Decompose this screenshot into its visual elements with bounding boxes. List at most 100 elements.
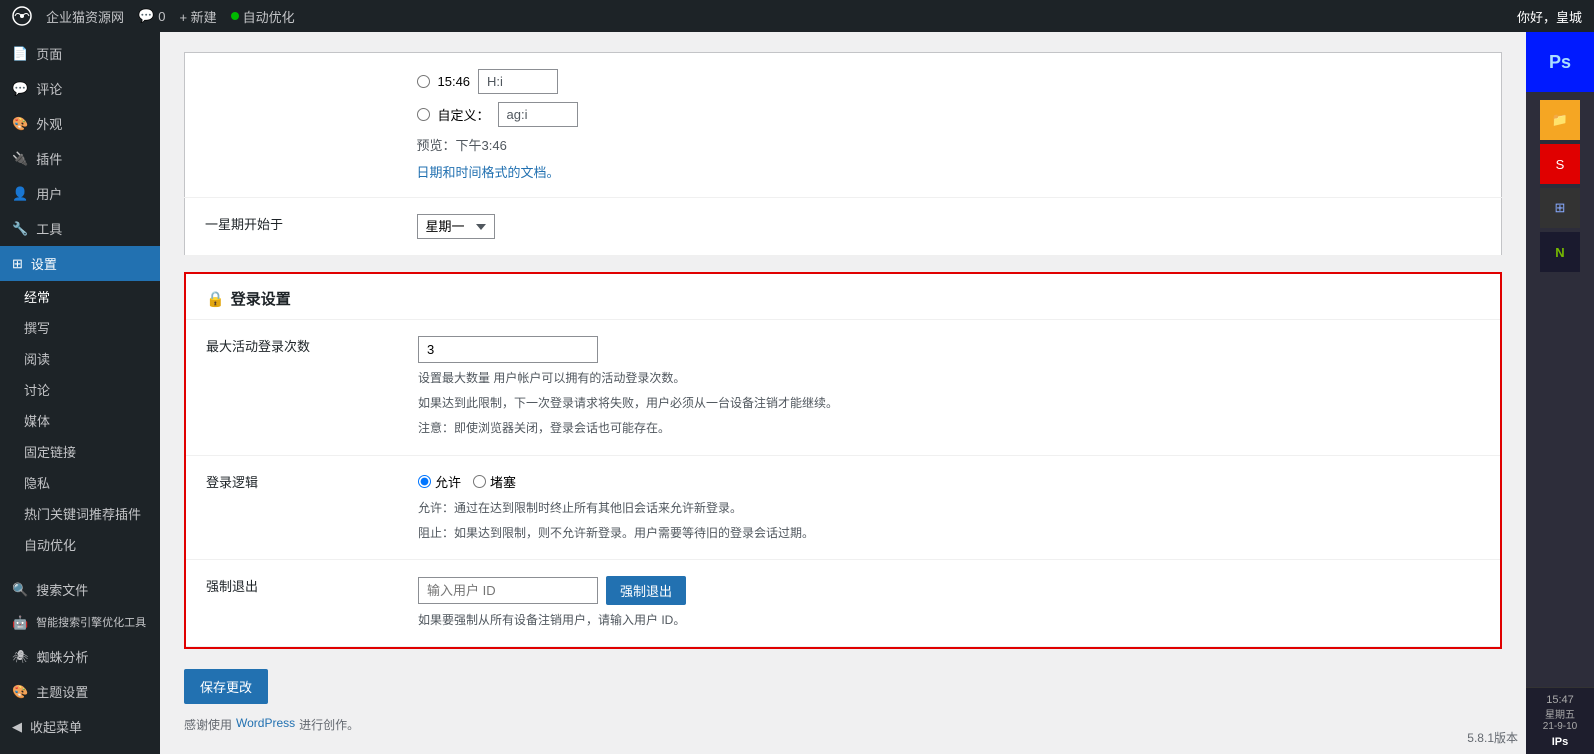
clock-date: 21-9-10 [1530,721,1590,732]
login-section-title: 🔒 登录设置 [186,274,1500,320]
sidebar-item-label: 外观 [36,114,62,133]
time-radio-2[interactable] [417,108,430,121]
force-logout-label: 强制退出 [186,559,406,646]
sidebar-sub-keywords[interactable]: 热门关键词推荐插件 [0,498,160,529]
time-custom-input[interactable] [498,102,578,127]
seo-icon: 🤖 [12,615,28,631]
theme-settings-icon: 🎨 [12,684,28,700]
logic-radio-row: 允许 堵塞 [418,472,1488,491]
sidebar-item-plugins[interactable]: 🔌 插件 [0,141,160,176]
login-form-table: 最大活动登录次数 3 设置最大数量 用户帐户可以拥有的活动登录次数。 如果达到此… [186,320,1500,647]
sidebar-item-label: 用户 [36,184,62,203]
force-logout-desc: 如果要强制从所有设备注销用户，请输入用户 ID。 [418,611,1488,630]
logic-allow-radio[interactable] [418,475,431,488]
logic-desc2: 阻止：如果达到限制，则不允许新登录。用户需要等待旧的登录会话过期。 [418,524,1488,543]
sidebar-sub-autoopt[interactable]: 自动优化 [0,529,160,560]
clock-weekday: 星期五 [1530,706,1590,721]
sidebar-item-collapse[interactable]: ◀ 收起菜单 [0,709,160,744]
logic-block-label: 堵塞 [490,472,516,491]
clock-time: 15:47 [1530,694,1590,706]
sidebar-sub-general[interactable]: 经常 [0,281,160,312]
week-start-cell: 星期日 星期一 星期二 星期三 星期四 星期五 星期六 [405,198,1502,256]
sidebar-item-label: 页面 [36,44,62,63]
n-icon[interactable]: N [1540,232,1580,272]
auto-optimize-link[interactable]: 自动优化 [231,7,295,26]
sidebar-item-users[interactable]: 👤 用户 [0,176,160,211]
main-content: 15:46 自定义： 预览：下午3:46 日期和时间格式的文档。 [160,32,1526,754]
dark-icon[interactable]: ⊞ [1540,188,1580,228]
collapse-icon: ◀ [12,719,22,735]
save-button[interactable]: 保存更改 [184,669,268,704]
footer-text: 感谢使用 [184,716,232,733]
new-content-button[interactable]: + 新建 [179,7,216,26]
login-logic-label: 登录逻辑 [186,455,406,559]
sidebar-item-label: 收起菜单 [30,717,82,736]
max-login-label: 最大活动登录次数 [186,320,406,455]
photoshop-icon[interactable]: Ps [1526,32,1594,92]
pages-icon: 📄 [12,46,28,62]
version-info: 5.8.1版本 [1467,729,1518,746]
folder-glyph: 📁 [1552,112,1568,128]
wordpress-logo-icon[interactable] [12,6,32,26]
logic-block-radio[interactable] [473,475,486,488]
tools-icon: 🔧 [12,221,28,237]
comments-icon: 💬 [12,81,28,97]
sidebar-sub-reading[interactable]: 阅读 [0,343,160,374]
sidebar-sub-privacy[interactable]: 隐私 [0,467,160,498]
sidebar-sub-permalinks[interactable]: 固定链接 [0,436,160,467]
clock-area: 15:47 星期五 21-9-10 IPs [1526,687,1594,754]
sidebar-item-label: 蜘蛛分析 [37,647,89,666]
login-logic-cell: 允许 堵塞 允许：通过在达到限制时终止所有其他旧会话来允许新登录。 阻止：如果达… [406,455,1500,559]
sidebar-item-pages[interactable]: 📄 页面 [0,36,160,71]
sidebar-item-label: 搜索文件 [36,580,88,599]
force-logout-button[interactable]: 强制退出 [606,576,686,605]
wordpress-link[interactable]: WordPress [236,716,295,733]
red-icon[interactable]: S [1540,144,1580,184]
lock-icon: 🔒 [206,290,225,308]
time-format-input-1[interactable] [478,69,558,94]
plugins-icon: 🔌 [12,151,28,167]
time-custom-label: 自定义： [438,105,490,124]
sidebar-item-settings[interactable]: ⊞ 设置 [0,246,160,281]
sidebar-item-search-files[interactable]: 🔍 搜索文件 [0,572,160,607]
dark-glyph: ⊞ [1555,200,1566,216]
datetime-docs-link[interactable]: 日期和时间格式的文档。 [417,165,560,180]
time-format-label [185,53,405,198]
max-login-input[interactable]: 3 [418,336,598,363]
sidebar-item-seo-tools[interactable]: 🤖 智能搜索引擎优化工具 [0,607,160,639]
time-format-cell: 15:46 自定义： 预览：下午3:46 日期和时间格式的文档。 [405,53,1502,198]
week-start-label: 一星期开始于 [185,198,405,256]
status-dot [231,12,239,20]
sidebar-sub-writing[interactable]: 撰写 [0,312,160,343]
time-radio-1[interactable] [417,75,430,88]
right-panel: Ps 📁 S ⊞ N 15:47 星期五 21-9-10 IPs [1526,32,1594,754]
logic-allow-label: 允许 [435,472,461,491]
max-login-desc2: 如果达到此限制，下一次登录请求将失败，用户必须从一台设备注销才能继续。 [418,394,1488,413]
admin-greeting: 你好，皇城 [1517,7,1582,26]
sidebar-item-label: 智能搜索引擎优化工具 [36,616,146,630]
time-option-1: 15:46 [417,69,1490,94]
page-footer: 感谢使用 WordPress 进行创作。 [184,704,1502,745]
search-files-icon: 🔍 [12,582,28,598]
site-name[interactable]: 企业猫资源网 [46,7,124,26]
time-format-table: 15:46 自定义： 预览：下午3:46 日期和时间格式的文档。 [184,52,1502,256]
sidebar-item-label: 插件 [36,149,62,168]
week-start-select[interactable]: 星期日 星期一 星期二 星期三 星期四 星期五 星期六 [417,214,495,239]
folder-icon[interactable]: 📁 [1540,100,1580,140]
sidebar-item-label: 工具 [36,219,62,238]
sidebar-item-spider[interactable]: 🕷 蜘蛛分析 [0,639,160,674]
max-login-desc3: 注意：即使浏览器关闭，登录会话也可能存在。 [418,419,1488,438]
max-login-desc1: 设置最大数量 用户帐户可以拥有的活动登录次数。 [418,369,1488,388]
spider-icon: 🕷 [12,649,29,665]
force-logout-row: 强制退出 [418,576,1488,605]
sidebar-item-comments[interactable]: 💬 评论 [0,71,160,106]
force-logout-input[interactable] [418,577,598,604]
force-logout-cell: 强制退出 如果要强制从所有设备注销用户，请输入用户 ID。 [406,559,1500,646]
sidebar-item-tools[interactable]: 🔧 工具 [0,211,160,246]
sidebar-item-theme-settings[interactable]: 🎨 主题设置 [0,674,160,709]
time-preview: 预览：下午3:46 [417,135,1490,154]
comment-count[interactable]: 💬 0 [138,8,165,24]
sidebar-sub-media[interactable]: 媒体 [0,405,160,436]
sidebar-sub-discussion[interactable]: 讨论 [0,374,160,405]
sidebar-item-appearance[interactable]: 🎨 外观 [0,106,160,141]
